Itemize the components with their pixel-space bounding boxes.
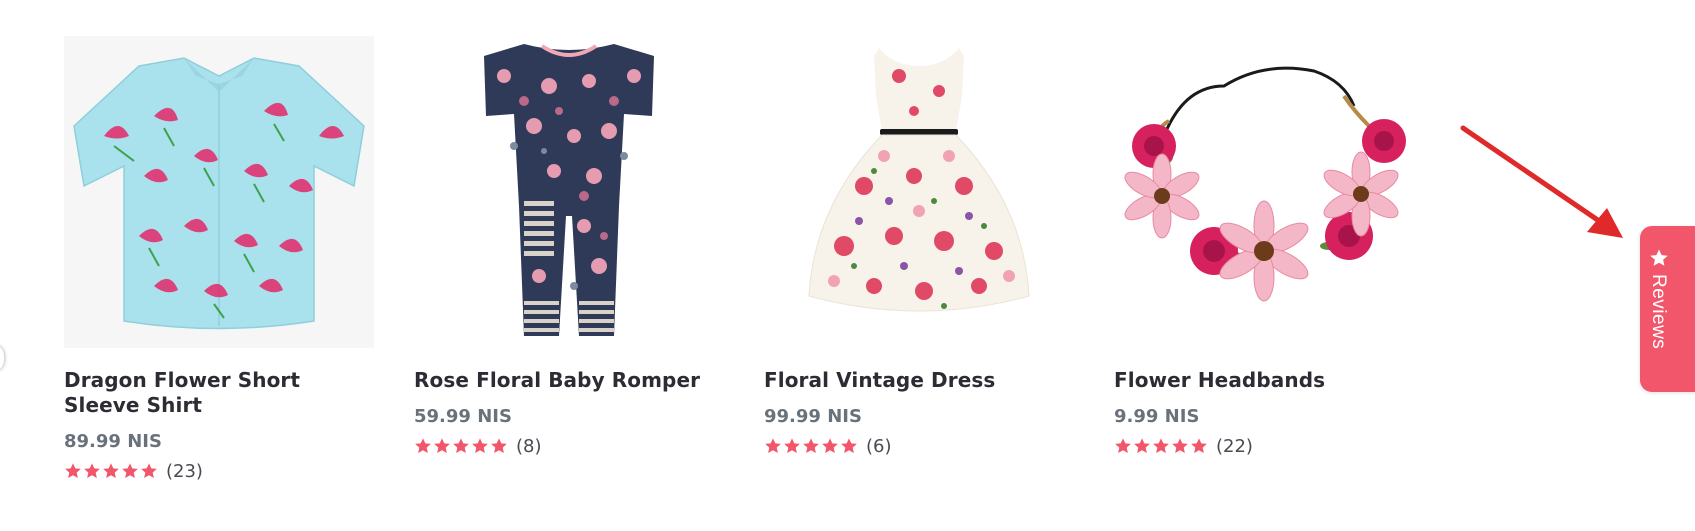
product-title[interactable]: Dragon Flower Short Sleeve Shirt	[64, 368, 374, 418]
side-edge-handle[interactable]	[0, 344, 4, 372]
star-icon	[453, 438, 469, 454]
product-image[interactable]	[764, 36, 1074, 348]
product-price: 9.99 NIS	[1114, 406, 1200, 427]
star-icon	[65, 463, 81, 479]
star-icon	[141, 463, 157, 479]
arrow-annotation	[1460, 125, 1623, 238]
star-icon	[1134, 438, 1150, 454]
star-icon	[841, 438, 857, 454]
product-card[interactable]: Floral Vintage Dress 99.99 NIS (6)	[764, 36, 1074, 458]
star-icon	[1115, 438, 1131, 454]
review-count[interactable]: (23)	[166, 461, 203, 482]
rating-row[interactable]: (8)	[414, 434, 724, 458]
product-carousel: Dragon Flower Short Sleeve Shirt 89.99 N…	[0, 0, 1695, 531]
star-icon	[103, 463, 119, 479]
review-count[interactable]: (8)	[516, 436, 542, 457]
star-icon	[1153, 438, 1169, 454]
product-image[interactable]	[414, 36, 724, 348]
star-rating	[414, 437, 508, 455]
star-rating	[764, 437, 858, 455]
star-icon	[765, 438, 781, 454]
star-icon	[803, 438, 819, 454]
product-card[interactable]: Flower Headbands 9.99 NIS (22)	[1114, 36, 1424, 458]
rating-row[interactable]: (6)	[764, 434, 1074, 458]
star-icon	[491, 438, 507, 454]
product-image[interactable]	[1114, 36, 1424, 348]
reviews-tab-button[interactable]: Reviews	[1640, 226, 1695, 392]
review-count[interactable]: (6)	[866, 436, 892, 457]
product-title[interactable]: Rose Floral Baby Romper	[414, 368, 724, 393]
star-icon	[472, 438, 488, 454]
star-icon	[1650, 249, 1668, 266]
product-image[interactable]	[64, 36, 374, 348]
reviews-tab-label: Reviews	[1648, 274, 1669, 350]
product-title[interactable]: Flower Headbands	[1114, 368, 1424, 393]
rating-row[interactable]: (22)	[1114, 434, 1424, 458]
product-price: 89.99 NIS	[64, 431, 162, 452]
review-count[interactable]: (22)	[1216, 436, 1253, 457]
star-rating	[64, 462, 158, 480]
star-icon	[784, 438, 800, 454]
product-card[interactable]: Rose Floral Baby Romper 59.99 NIS (8)	[414, 36, 724, 458]
star-rating	[1114, 437, 1208, 455]
product-title[interactable]: Floral Vintage Dress	[764, 368, 1074, 393]
product-card[interactable]: Dragon Flower Short Sleeve Shirt 89.99 N…	[64, 36, 374, 483]
rating-row[interactable]: (23)	[64, 459, 374, 483]
product-price: 59.99 NIS	[414, 406, 512, 427]
star-icon	[84, 463, 100, 479]
star-icon	[822, 438, 838, 454]
star-icon	[1191, 438, 1207, 454]
star-icon	[415, 438, 431, 454]
star-icon	[122, 463, 138, 479]
star-icon	[434, 438, 450, 454]
product-price: 99.99 NIS	[764, 406, 862, 427]
star-icon	[1172, 438, 1188, 454]
